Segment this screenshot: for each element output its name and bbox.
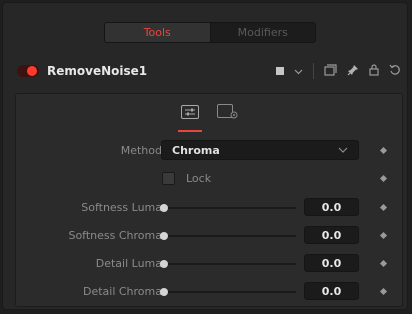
reset-icon[interactable] — [389, 64, 401, 78]
sliders-icon — [181, 104, 199, 122]
detail-luma-field[interactable]: 0.0 — [304, 254, 359, 272]
inspector-tab-bar: Tools Modifiers — [104, 22, 316, 43]
copy-icon[interactable] — [324, 64, 337, 78]
node-enable-toggle[interactable] — [17, 65, 39, 77]
node-name[interactable]: RemoveNoise1 — [47, 64, 147, 78]
method-row: Method Chroma — [16, 140, 402, 162]
detail-luma-row: Detail Luma 0.0 — [16, 253, 402, 275]
slider-thumb[interactable] — [160, 288, 168, 296]
method-value: Chroma — [172, 143, 220, 157]
chevron-down-icon — [338, 145, 348, 156]
softness-chroma-field[interactable]: 0.0 — [304, 226, 359, 244]
chevron-down-icon[interactable] — [294, 65, 303, 77]
detail-chroma-row: Detail Chroma 0.0 — [16, 281, 402, 303]
settings-icon — [217, 103, 239, 123]
slider-thumb[interactable] — [160, 260, 168, 268]
control-page-tabs — [16, 94, 402, 132]
keyframe-diamond-icon[interactable] — [379, 287, 388, 296]
detail-luma-label: Detail Luma — [95, 257, 162, 270]
softness-luma-label: Softness Luma — [81, 201, 162, 214]
slider-thumb[interactable] — [160, 204, 168, 212]
detail-chroma-slider[interactable] — [160, 288, 296, 296]
detail-luma-slider[interactable] — [160, 260, 296, 268]
keyframe-diamond-icon[interactable] — [379, 174, 388, 183]
softness-luma-row: Softness Luma 0.0 — [16, 197, 402, 219]
lock-checkbox[interactable] — [162, 172, 175, 185]
softness-chroma-row: Softness Chroma 0.0 — [16, 225, 402, 247]
color-swatch-icon[interactable] — [276, 67, 284, 75]
node-header-actions — [276, 63, 401, 79]
controls-panel: Method Chroma Lock Softness Luma 0.0 Sof… — [15, 93, 403, 307]
detail-chroma-field[interactable]: 0.0 — [304, 282, 359, 300]
method-dropdown[interactable]: Chroma — [161, 140, 359, 160]
softness-luma-field[interactable]: 0.0 — [304, 198, 359, 216]
keyframe-diamond-icon[interactable] — [379, 203, 388, 212]
softness-luma-slider[interactable] — [160, 204, 296, 212]
keyframe-diamond-icon[interactable] — [379, 259, 388, 268]
method-label: Method — [120, 144, 162, 157]
tab-settings[interactable] — [217, 103, 239, 123]
slider-thumb[interactable] — [160, 232, 168, 240]
detail-chroma-label: Detail Chroma — [82, 285, 162, 298]
pin-icon[interactable] — [347, 64, 359, 78]
tab-tools[interactable]: Tools — [105, 23, 210, 42]
lock-icon[interactable] — [369, 64, 379, 78]
lock-row: Lock — [16, 168, 402, 190]
keyframe-diamond-icon[interactable] — [379, 146, 388, 155]
keyframe-diamond-icon[interactable] — [379, 231, 388, 240]
node-header: RemoveNoise1 — [11, 58, 405, 84]
lock-label[interactable]: Lock — [186, 168, 211, 190]
softness-chroma-slider[interactable] — [160, 232, 296, 240]
inspector-window: Tools Modifiers RemoveNoise1 Method Chro… — [2, 2, 408, 310]
header-divider — [313, 63, 314, 79]
tab-modifiers[interactable]: Modifiers — [211, 23, 316, 42]
softness-chroma-label: Softness Chroma — [68, 229, 162, 242]
tab-controls[interactable] — [178, 104, 202, 132]
